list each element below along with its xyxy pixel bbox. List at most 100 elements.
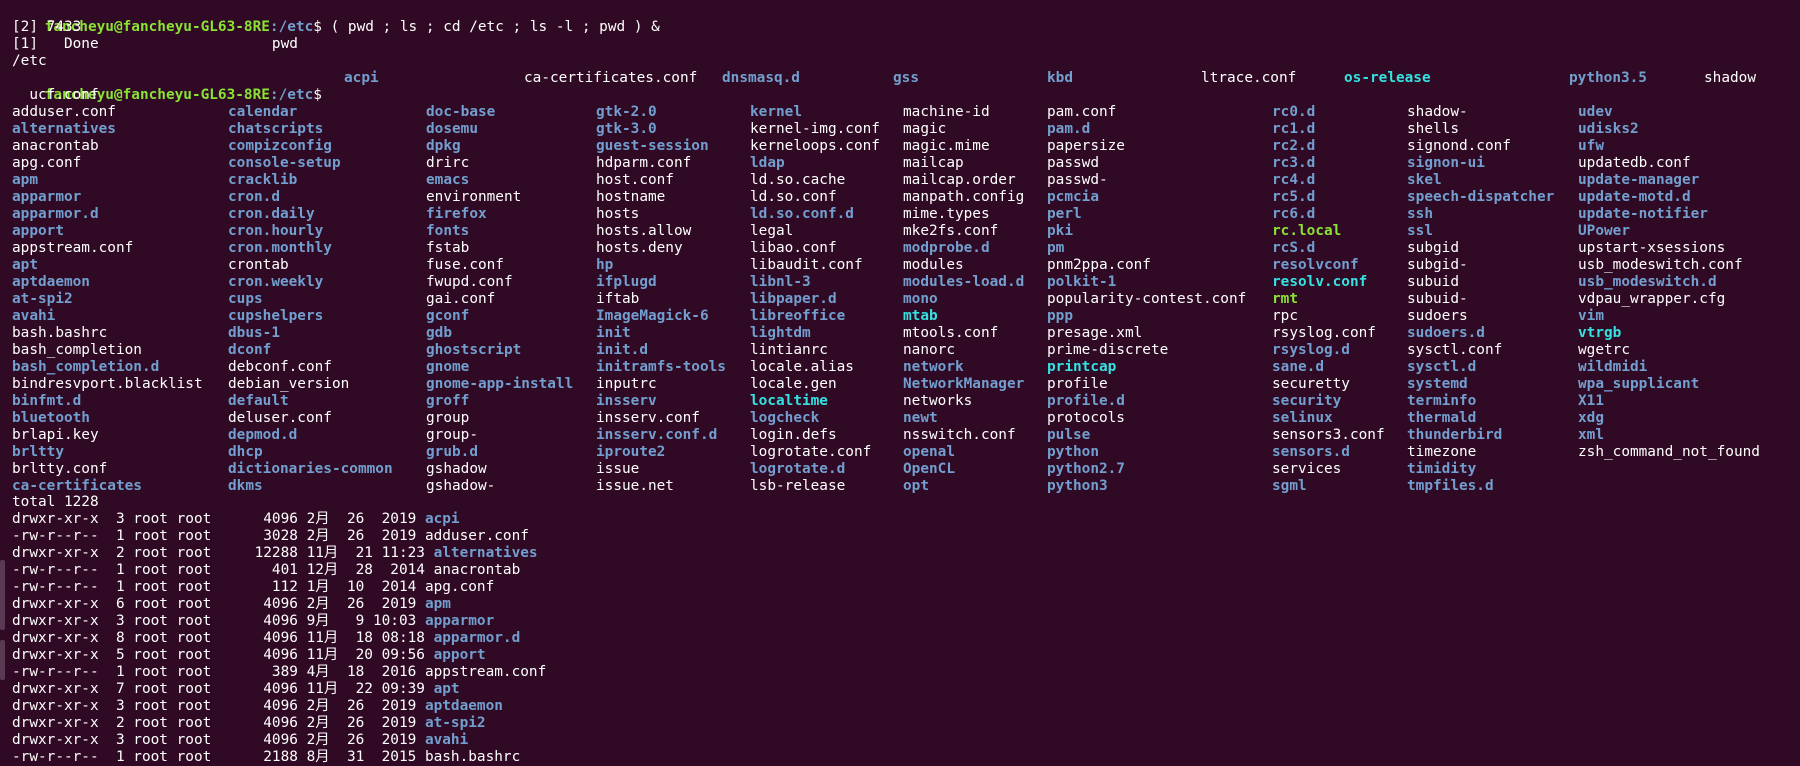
ls-entry: localtime	[750, 393, 828, 409]
ls-entry: update-manager	[1578, 172, 1700, 188]
file-meta: drwxr-xr-x 5 root root 4096 11月 20 09:56	[12, 647, 434, 663]
ls-entry: subuid-	[1407, 291, 1468, 307]
ls-entry: calendar	[228, 104, 298, 120]
ls-entry: alternatives	[12, 121, 116, 137]
ls-entry: X11	[1578, 393, 1604, 409]
ls-entry: logcheck	[750, 410, 820, 426]
file-name: apparmor.d	[433, 630, 521, 646]
ls-entry: network	[903, 359, 964, 375]
ls-entry: ufw	[1578, 138, 1604, 154]
ls-entry: cups	[228, 291, 263, 307]
ls-entry: insserv	[596, 393, 657, 409]
ls-entry: ld.so.cache	[750, 172, 846, 188]
ls-entry: mime.types	[903, 206, 990, 222]
scrollbar-handle[interactable]	[0, 560, 5, 630]
file-name: apport	[433, 647, 486, 663]
ls-entry: os-release	[1344, 70, 1431, 86]
ls-entry: dbus-1	[228, 325, 280, 341]
ls-entry: manpath.config	[903, 189, 1025, 205]
ls-entry: pam.d	[1047, 121, 1091, 137]
ls-entry: ppp	[1047, 308, 1073, 324]
file-name: avahi	[424, 732, 469, 748]
ls-entry: magic.mime	[903, 138, 990, 154]
prompt-path: :/etc	[269, 19, 314, 35]
terminal-window[interactable]: fancheyu@fancheyu-GL63-8RE:/etc$ ( pwd ;…	[0, 0, 1800, 765]
long-listing-row: drwxr-xr-x 5 root root 4096 11月 20 09:56…	[12, 647, 486, 664]
ls-entry: mtab	[903, 308, 938, 324]
ls-entry: cron.weekly	[228, 274, 324, 290]
ls-entry: brltty.conf	[12, 461, 108, 477]
ls-entry: debian_version	[228, 376, 350, 392]
ls-entry: nanorc	[903, 342, 955, 358]
ls-entry: environment	[426, 189, 522, 205]
ls-entry: hp	[596, 257, 614, 273]
ls-entry: adduser.conf	[12, 104, 116, 120]
ls-entry: dconf	[228, 342, 272, 358]
file-meta: drwxr-xr-x 8 root root 4096 11月 18 08:18	[12, 630, 434, 646]
ls-entry: at-spi2	[12, 291, 73, 307]
resize-grip[interactable]	[0, 640, 5, 680]
ls-entry: udev	[1578, 104, 1613, 120]
ls-entry: tmpfiles.d	[1407, 478, 1494, 494]
ls-entry: ca-certificates.conf	[524, 70, 698, 86]
ls-entry: locale.alias	[750, 359, 854, 375]
ls-entry: python2.7	[1047, 461, 1125, 477]
ls-entry: fuse.conf	[426, 257, 504, 273]
long-listing-row: drwxr-xr-x 6 root root 4096 2月 26 2019 a…	[12, 596, 451, 613]
ls-entry: passwd-	[1047, 172, 1108, 188]
ls-entry: bash_completion.d	[12, 359, 160, 375]
ls-entry: ssh	[1407, 206, 1433, 222]
ls-entry: ldap	[750, 155, 785, 171]
wrap-line: ucf.conf	[12, 87, 99, 103]
ls-entry: udisks2	[1578, 121, 1639, 137]
ls-entry: zsh_command_not_found	[1578, 444, 1760, 460]
ls-entry: issue.net	[596, 478, 674, 494]
ls-entry: compizconfig	[228, 138, 332, 154]
ls-entry: fstab	[426, 240, 470, 256]
ls-entry: brltty	[12, 444, 64, 460]
ls-entry: lsb-release	[750, 478, 846, 494]
ls-entry: signon-ui	[1407, 155, 1485, 171]
ls-entry: mke2fs.conf	[903, 223, 999, 239]
ls-entry: init.d	[596, 342, 648, 358]
file-meta: drwxr-xr-x 7 root root 4096 11月 22 09:39	[12, 681, 434, 697]
ls-entry: sudoers.d	[1407, 325, 1485, 341]
ls-entry: sudoers	[1407, 308, 1468, 324]
ls-entry: fwupd.conf	[426, 274, 513, 290]
ls-entry: groff	[426, 393, 470, 409]
file-meta: drwxr-xr-x 2 root root 12288 11月 21 11:2…	[12, 545, 434, 561]
ls-entry: thunderbird	[1407, 427, 1503, 443]
ls-entry: timezone	[1407, 444, 1477, 460]
ls-entry: default	[228, 393, 289, 409]
file-meta: drwxr-xr-x 6 root root 4096 2月 26 2019	[12, 596, 425, 612]
ls-entry: hosts.allow	[596, 223, 692, 239]
ls-entry: ssl	[1407, 223, 1433, 239]
file-name: bash.bashrc	[424, 749, 521, 765]
ls-entry: vim	[1578, 308, 1604, 324]
file-name: apg.conf	[424, 579, 495, 595]
ls-entry: xdg	[1578, 410, 1604, 426]
ls-entry: ifplugd	[596, 274, 657, 290]
ls-entry: gtk-3.0	[596, 121, 657, 137]
ls-entry: ghostscript	[426, 342, 522, 358]
ls-entry: inputrc	[596, 376, 657, 392]
ls-entry: rc6.d	[1272, 206, 1316, 222]
long-listing-row: drwxr-xr-x 3 root root 4096 2月 26 2019 a…	[12, 698, 503, 715]
ls-entry: gnome	[426, 359, 470, 375]
ls-entry: ld.so.conf	[750, 189, 837, 205]
ls-entry: kerneloops.conf	[750, 138, 880, 154]
ls-entry: rsyslog.d	[1272, 342, 1350, 358]
ls-entry: brlapi.key	[12, 427, 99, 443]
ls-entry: sysctl.conf	[1407, 342, 1503, 358]
ls-entry: newt	[903, 410, 938, 426]
ls-entry: kernel	[750, 104, 802, 120]
ls-entry: shells	[1407, 121, 1459, 137]
ls-entry: gtk-2.0	[596, 104, 657, 120]
ls-entry: logrotate.conf	[750, 444, 872, 460]
ls-entry: mono	[903, 291, 938, 307]
ls-entry: passwd	[1047, 155, 1099, 171]
ls-entry: lightdm	[750, 325, 811, 341]
ls-entry: terminfo	[1407, 393, 1477, 409]
total-line: total 1228	[12, 494, 99, 510]
ls-entry: gss	[893, 70, 919, 86]
